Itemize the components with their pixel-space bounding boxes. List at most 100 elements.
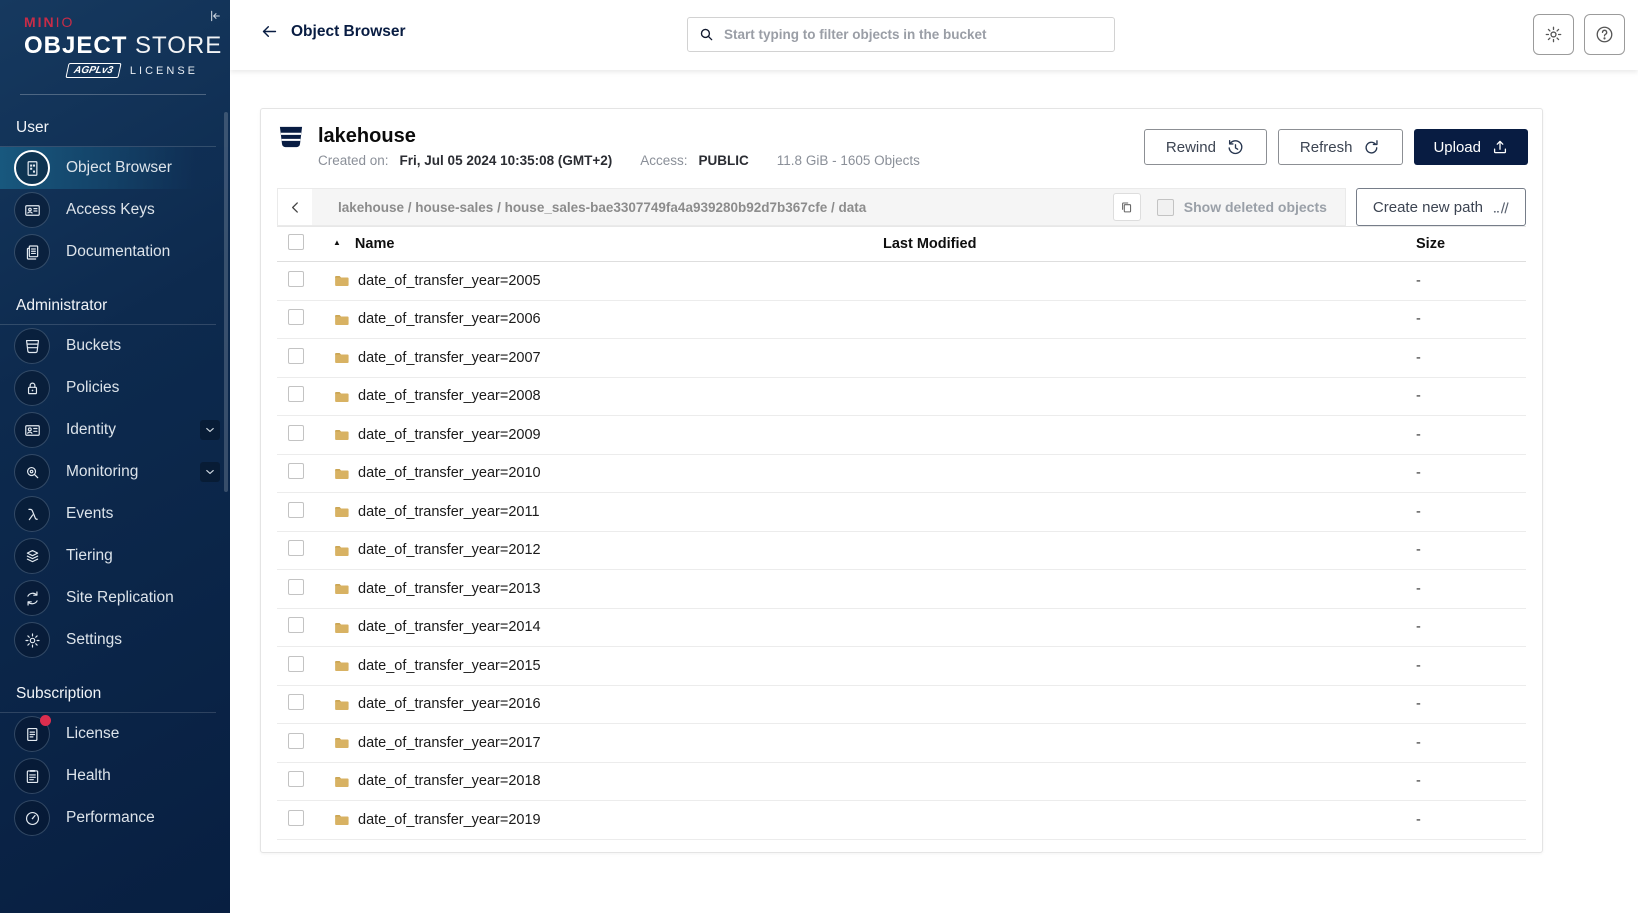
row-checkbox[interactable]: [288, 386, 304, 402]
refresh-button[interactable]: Refresh: [1278, 129, 1404, 165]
table-row[interactable]: date_of_transfer_year=2006 -: [277, 301, 1526, 340]
row-checkbox[interactable]: [288, 617, 304, 633]
access-label: Access:: [640, 153, 687, 168]
column-name[interactable]: Name: [355, 236, 395, 252]
folder-icon: [333, 311, 350, 328]
table-row[interactable]: date_of_transfer_year=2005 -: [277, 262, 1526, 301]
minio-logo: MINIO OBJECT STORE AGPLv3 LICENSE: [0, 0, 230, 78]
help-button[interactable]: [1584, 14, 1625, 55]
row-checkbox[interactable]: [288, 810, 304, 826]
sidebar-item-site-replication[interactable]: Site Replication: [0, 577, 230, 619]
table-row[interactable]: date_of_transfer_year=2017 -: [277, 724, 1526, 763]
sidebar-item-label: Buckets: [66, 337, 121, 355]
notification-dot: [40, 715, 51, 726]
sidebar-item-settings[interactable]: Settings: [0, 619, 230, 661]
sidebar-item-policies[interactable]: Policies: [0, 367, 230, 409]
object-size: -: [1416, 504, 1526, 520]
object-size: -: [1416, 465, 1526, 481]
table-row[interactable]: date_of_transfer_year=2008 -: [277, 378, 1526, 417]
table-row[interactable]: date_of_transfer_year=2014 -: [277, 609, 1526, 648]
show-deleted-checkbox[interactable]: [1157, 199, 1174, 216]
created-on-label: Created on:: [318, 153, 389, 168]
row-checkbox[interactable]: [288, 771, 304, 787]
rewind-icon: [1226, 138, 1245, 157]
row-checkbox[interactable]: [288, 271, 304, 287]
rewind-button[interactable]: Rewind: [1144, 129, 1267, 165]
sidebar-item-documentation[interactable]: Documentation: [0, 231, 230, 273]
sidebar-item-object-browser[interactable]: Object Browser: [0, 147, 230, 189]
sidebar-item-events[interactable]: Events: [0, 493, 230, 535]
create-new-path-button[interactable]: Create new path: [1356, 188, 1526, 226]
sidebar-item-performance[interactable]: Performance: [0, 797, 230, 839]
search-icon: [698, 26, 715, 43]
object-size: -: [1416, 658, 1526, 674]
sidebar-item-label: Monitoring: [66, 463, 138, 481]
sidebar-item-label: Settings: [66, 631, 122, 649]
upload-button[interactable]: Upload: [1414, 129, 1528, 165]
page-title: Object Browser: [291, 23, 406, 41]
table-row[interactable]: date_of_transfer_year=2018 -: [277, 763, 1526, 802]
sidebar-item-buckets[interactable]: Buckets: [0, 325, 230, 367]
sidebar-item-monitoring[interactable]: Monitoring: [0, 451, 230, 493]
row-checkbox[interactable]: [288, 540, 304, 556]
show-deleted-label: Show deleted objects: [1184, 199, 1327, 215]
sort-asc-icon[interactable]: ▲: [333, 238, 341, 247]
chevron-down-icon[interactable]: [200, 420, 220, 440]
identity-icon: [23, 421, 42, 440]
folder-icon: [333, 657, 350, 674]
sidebar-scrollbar[interactable]: [224, 112, 228, 492]
row-checkbox[interactable]: [288, 348, 304, 364]
search-box[interactable]: [687, 17, 1115, 52]
object-size: -: [1416, 696, 1526, 712]
folder-icon: [333, 696, 350, 713]
row-checkbox[interactable]: [288, 733, 304, 749]
sidebar-item-license[interactable]: License: [0, 713, 230, 755]
row-checkbox[interactable]: [288, 656, 304, 672]
object-size: -: [1416, 350, 1526, 366]
sidebar-section-label: Administrator: [0, 297, 216, 325]
row-checkbox[interactable]: [288, 694, 304, 710]
settings-button[interactable]: [1533, 14, 1574, 55]
row-checkbox[interactable]: [288, 463, 304, 479]
path-back-button[interactable]: [278, 189, 312, 225]
sidebar: MINIO OBJECT STORE AGPLv3 LICENSE User O…: [0, 0, 230, 913]
refresh-icon: [1362, 138, 1381, 157]
created-on-value: Fri, Jul 05 2024 10:35:08 (GMT+2): [400, 153, 613, 168]
table-row[interactable]: date_of_transfer_year=2012 -: [277, 532, 1526, 571]
row-checkbox[interactable]: [288, 309, 304, 325]
folder-icon: [333, 388, 350, 405]
select-all-checkbox[interactable]: [288, 234, 304, 250]
object-size: -: [1416, 581, 1526, 597]
row-checkbox[interactable]: [288, 425, 304, 441]
table-row[interactable]: date_of_transfer_year=2016 -: [277, 686, 1526, 725]
sidebar-item-health[interactable]: Health: [0, 755, 230, 797]
help-icon: [1594, 24, 1615, 45]
filter-objects-input[interactable]: [724, 27, 1104, 42]
sidebar-item-label: License: [66, 725, 119, 743]
bucket-name: lakehouse: [318, 125, 920, 148]
table-row[interactable]: date_of_transfer_year=2009 -: [277, 416, 1526, 455]
back-arrow-icon[interactable]: [260, 22, 279, 41]
table-row[interactable]: date_of_transfer_year=2019 -: [277, 801, 1526, 840]
table-row[interactable]: date_of_transfer_year=2010 -: [277, 455, 1526, 494]
table-row[interactable]: date_of_transfer_year=2007 -: [277, 339, 1526, 378]
chevron-down-icon[interactable]: [200, 462, 220, 482]
table-row[interactable]: date_of_transfer_year=2013 -: [277, 570, 1526, 609]
sidebar-item-tiering[interactable]: Tiering: [0, 535, 230, 577]
collapse-sidebar-icon[interactable]: [206, 8, 222, 24]
row-checkbox[interactable]: [288, 579, 304, 595]
breadcrumb[interactable]: lakehouse / house-sales / house_sales-ba…: [312, 200, 1113, 215]
copy-path-button[interactable]: [1113, 193, 1141, 221]
table-row[interactable]: date_of_transfer_year=2011 -: [277, 493, 1526, 532]
sidebar-item-access-keys[interactable]: Access Keys: [0, 189, 230, 231]
back-to-buckets[interactable]: Object Browser: [260, 22, 406, 41]
health-icon: [23, 767, 42, 786]
show-deleted-toggle[interactable]: Show deleted objects: [1157, 199, 1327, 216]
path-icon: [1492, 199, 1509, 216]
sidebar-item-label: Policies: [66, 379, 119, 397]
folder-icon: [333, 542, 350, 559]
sidebar-item-identity[interactable]: Identity: [0, 409, 230, 451]
events-icon: [23, 505, 42, 524]
table-row[interactable]: date_of_transfer_year=2015 -: [277, 647, 1526, 686]
row-checkbox[interactable]: [288, 502, 304, 518]
